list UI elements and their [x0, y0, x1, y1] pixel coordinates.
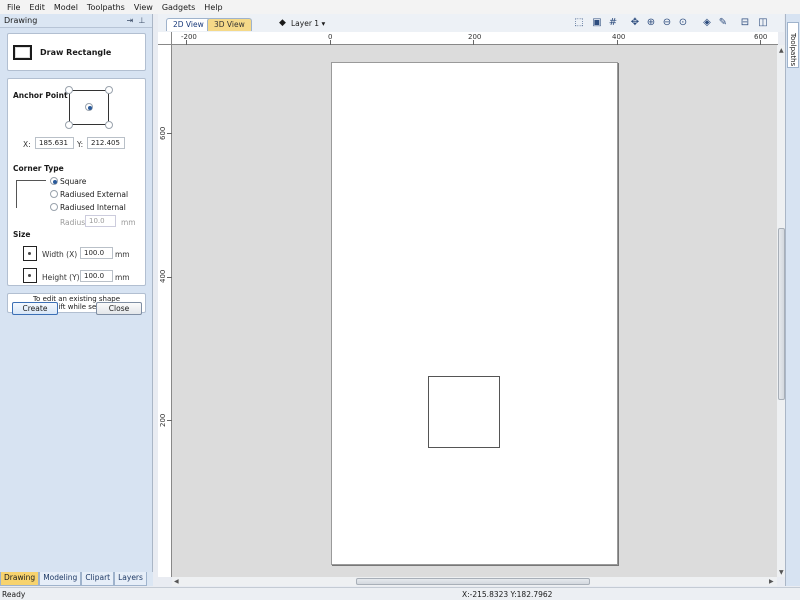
corner-radiused-external-radio[interactable]: [50, 190, 58, 198]
split-horizontal-icon[interactable]: ⊟: [738, 16, 752, 30]
ruler-label: 200: [468, 33, 482, 41]
width-icon: [23, 246, 37, 261]
tab-modeling[interactable]: Modeling: [39, 572, 82, 586]
anchor-center-radio[interactable]: [85, 103, 93, 111]
zoom-out-icon[interactable]: ⊖: [660, 16, 674, 30]
anchor-bottom-right-radio[interactable]: [105, 121, 113, 129]
ruler-label: 200: [159, 413, 167, 427]
menu-help[interactable]: Help: [201, 3, 228, 12]
layer-select[interactable]: Layer 1 ▾: [291, 19, 325, 28]
width-label: Width (X): [42, 250, 78, 259]
ruler-corner: [158, 32, 172, 45]
rectangle-icon: [13, 44, 32, 60]
horizontal-scroll-thumb[interactable]: [356, 578, 590, 585]
anchor-top-right-radio[interactable]: [105, 86, 113, 94]
tool-title-box: Draw Rectangle: [7, 33, 146, 71]
tab-2d-view[interactable]: 2D View: [166, 18, 211, 31]
anchor-top-left-radio[interactable]: [65, 86, 73, 94]
vertical-scroll-thumb[interactable]: [778, 228, 785, 400]
scroll-up-icon[interactable]: ▲: [779, 47, 784, 54]
menu-gadgets[interactable]: Gadgets: [159, 3, 201, 12]
horizontal-ruler: -200 0 200 400 600: [172, 32, 778, 45]
width-input[interactable]: 100.0: [80, 247, 113, 259]
dock-icon[interactable]: ⇥: [124, 16, 136, 25]
pan-icon[interactable]: ✥: [628, 16, 642, 30]
view-toolbar: 2D View 3D View ◆ Layer 1 ▾ ⬚ ▣ # ✥ ⊕ ⊖ …: [158, 14, 784, 32]
tab-clipart[interactable]: Clipart: [81, 572, 115, 586]
zoom-in-icon[interactable]: ⊕: [644, 16, 658, 30]
menu-file[interactable]: File: [4, 3, 26, 12]
width-unit: mm: [115, 250, 130, 259]
height-unit: mm: [115, 273, 130, 282]
bottom-tabs: Drawing Modeling Clipart Layers: [0, 572, 153, 586]
rectangle-parameters: Anchor Point X: 185.631 Y: 212.405 Corne…: [7, 78, 146, 286]
toolpaths-tab[interactable]: Toolpaths: [787, 22, 799, 68]
corner-preview: [16, 180, 46, 208]
anchor-bottom-left-radio[interactable]: [65, 121, 73, 129]
corner-radiused-internal-label: Radiused Internal: [60, 203, 126, 212]
drawing-panel: Drawing ⇥ ⊥ Draw Rectangle Anchor Point …: [0, 14, 153, 586]
menu-edit[interactable]: Edit: [26, 3, 51, 12]
anchor-x-input[interactable]: 185.631: [35, 137, 74, 149]
ruler-label: 400: [612, 33, 626, 41]
status-text: Ready: [2, 590, 26, 599]
menu-toolpaths[interactable]: Toolpaths: [84, 3, 131, 12]
zoom-fit-icon[interactable]: ▣: [590, 16, 604, 30]
ruler-label: -200: [181, 33, 197, 41]
cursor-coordinates: X:-215.8323 Y:182.7962: [462, 590, 553, 599]
right-panel-strip: [785, 14, 800, 586]
split-vertical-icon[interactable]: ◫: [756, 16, 770, 30]
ruler-label: 600: [159, 126, 167, 140]
menu-view[interactable]: View: [131, 3, 159, 12]
tab-3d-view[interactable]: 3D View: [207, 18, 252, 31]
ruler-label: 400: [159, 269, 167, 283]
grid-icon[interactable]: #: [606, 16, 620, 30]
corner-square-radio[interactable]: [50, 177, 58, 185]
material-sheet[interactable]: [331, 62, 618, 565]
snap-icon[interactable]: ◈: [700, 16, 714, 30]
close-button[interactable]: Close: [96, 302, 142, 315]
measure-icon[interactable]: ✎: [716, 16, 730, 30]
radius-input[interactable]: 10.0: [85, 215, 116, 227]
height-icon: [23, 268, 37, 283]
toolpaths-tab-label: Toolpaths: [789, 33, 797, 67]
radius-label: Radius: [60, 218, 86, 227]
tool-title: Draw Rectangle: [40, 47, 112, 57]
tab-layers[interactable]: Layers: [114, 572, 147, 586]
menu-model[interactable]: Model: [51, 3, 84, 12]
zoom-box-icon[interactable]: ⬚: [572, 16, 586, 30]
size-label: Size: [13, 230, 31, 239]
corner-square-label: Square: [60, 177, 87, 186]
height-label: Height (Y): [42, 273, 80, 282]
anchor-point-label: Anchor Point: [13, 91, 68, 100]
radius-unit: mm: [121, 218, 136, 227]
corner-type-label: Corner Type: [13, 164, 64, 173]
create-button[interactable]: Create: [12, 302, 58, 315]
panel-header: Drawing ⇥ ⊥: [0, 14, 152, 28]
vertical-ruler: 600 400 200: [158, 45, 172, 577]
y-label: Y:: [77, 140, 84, 149]
anchor-y-input[interactable]: 212.405: [87, 137, 125, 149]
layer-icon: ◆: [279, 18, 286, 28]
panel-title: Drawing: [4, 16, 38, 25]
height-input[interactable]: 100.0: [80, 270, 113, 282]
tab-drawing[interactable]: Drawing: [0, 572, 40, 586]
status-bar: Ready X:-215.8323 Y:182.7962: [0, 587, 800, 600]
x-label: X:: [23, 140, 31, 149]
pin-icon[interactable]: ⊥: [136, 16, 148, 25]
corner-radiused-internal-radio[interactable]: [50, 203, 58, 211]
corner-radiused-external-label: Radiused External: [60, 190, 129, 199]
zoom-prev-icon[interactable]: ⊙: [676, 16, 690, 30]
drawn-rectangle[interactable]: [428, 376, 500, 448]
scroll-right-icon[interactable]: ▶: [769, 578, 774, 585]
menu-bar: File Edit Model Toolpaths View Gadgets H…: [0, 0, 800, 14]
scroll-down-icon[interactable]: ▼: [779, 569, 784, 576]
scroll-left-icon[interactable]: ◀: [174, 578, 179, 585]
